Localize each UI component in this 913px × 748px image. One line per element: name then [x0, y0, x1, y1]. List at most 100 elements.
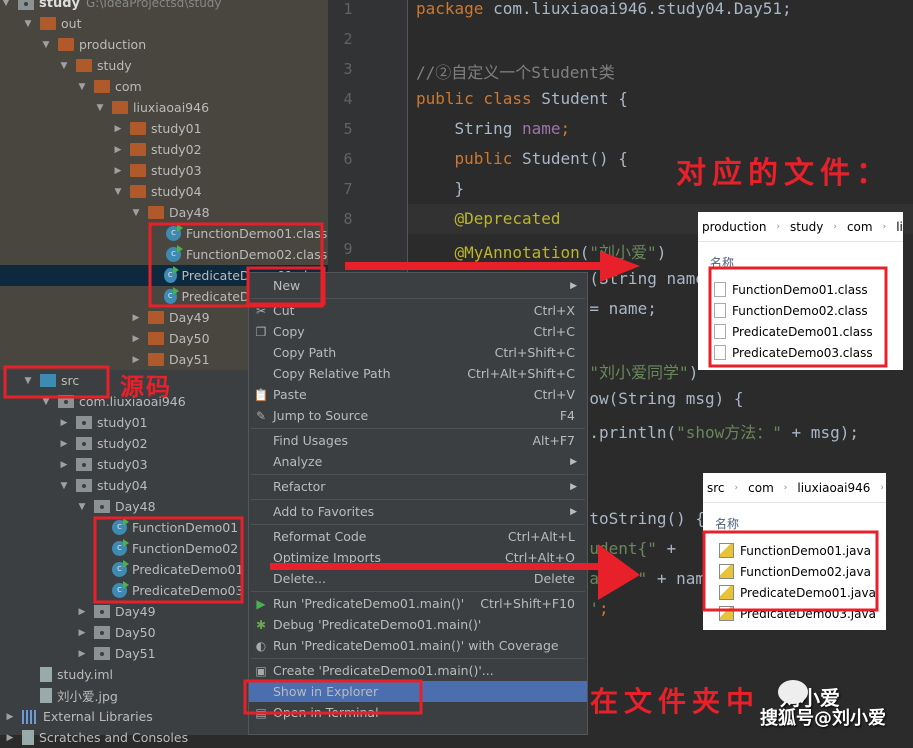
menu-item-shortcut: F4 [559, 408, 575, 423]
name-column-header[interactable]: 名称 [698, 254, 903, 271]
tree-item[interactable]: ▶ study02 [0, 139, 328, 160]
tree-item[interactable]: ▼ production [0, 34, 328, 55]
menu-item-refactor[interactable]: Refactor ▶ [249, 476, 587, 497]
chevron-down-icon[interactable]: ▼ [76, 502, 88, 512]
menu-item-label: New [273, 278, 301, 293]
breadcrumb-chevron-icon[interactable]: › [883, 222, 887, 232]
breadcrumb-chevron-icon[interactable]: › [735, 483, 739, 493]
chevron-right-icon[interactable]: ▶ [76, 649, 88, 659]
explorer-file[interactable]: FunctionDemo02.java [703, 561, 886, 582]
chevron-down-icon[interactable]: ▼ [94, 103, 106, 113]
code-line[interactable]: } [416, 179, 465, 198]
menu-item-debug-predicatedemo01-main[interactable]: ✱ Debug 'PredicateDemo01.main()' [249, 614, 587, 635]
menu-item-copy[interactable]: ❐ Copy Ctrl+C [249, 321, 587, 342]
project-root[interactable]: ▼ study G:\IdeaProjectsd\study [0, 0, 328, 12]
explorer-file[interactable]: PredicateDemo01.java [703, 582, 886, 603]
chevron-down-icon[interactable]: ▼ [58, 61, 70, 71]
menu-item-delete[interactable]: Delete... Delete [249, 568, 587, 589]
chevron-right-icon[interactable]: ▶ [76, 628, 88, 638]
chevron-right-icon[interactable]: ▶ [58, 418, 70, 428]
chevron-down-icon[interactable]: ▼ [112, 187, 124, 197]
breadcrumb-item[interactable]: com [847, 220, 873, 234]
code-line[interactable]: //②自定义一个Student类 [416, 59, 615, 83]
chevron-right-icon[interactable]: ▶ [130, 334, 142, 344]
chevron-right-icon[interactable]: ▶ [4, 733, 16, 743]
menu-item-copy-relative-path[interactable]: Copy Relative Path Ctrl+Alt+Shift+C [249, 363, 587, 384]
tree-item[interactable]: ▼ out [0, 13, 328, 34]
chevron-right-icon[interactable]: ▶ [112, 124, 124, 134]
menu-item-add-to-favorites[interactable]: Add to Favorites ▶ [249, 501, 587, 522]
menu-item-copy-path[interactable]: Copy Path Ctrl+Shift+C [249, 342, 587, 363]
menu-item-analyze[interactable]: Analyze ▶ [249, 451, 587, 472]
breadcrumb-item[interactable]: liuxiaoai946 [797, 481, 870, 495]
breadcrumb-item[interactable]: study [790, 220, 823, 234]
chevron-right-icon[interactable]: ▶ [4, 712, 16, 722]
tree-item-label: Day50 [115, 625, 156, 640]
explorer-file[interactable]: PredicateDemo01.class [698, 321, 903, 342]
breadcrumb-chevron-icon[interactable]: › [880, 483, 884, 493]
menu-item-open-in-terminal[interactable]: ▤ Open in Terminal [249, 702, 587, 723]
menu-item-paste[interactable]: 📋 Paste Ctrl+V [249, 384, 587, 405]
menu-item-cut[interactable]: ✂ Cut Ctrl+X [249, 300, 587, 321]
tree-item[interactable]: ▶ study01 [0, 118, 328, 139]
chevron-right-icon[interactable]: ▶ [76, 607, 88, 617]
chevron-down-icon[interactable]: ▼ [76, 82, 88, 92]
chevron-right-icon[interactable]: ▶ [112, 166, 124, 176]
chevron-right-icon[interactable]: ▶ [58, 439, 70, 449]
explorer-file[interactable]: FunctionDemo01.java [703, 540, 886, 561]
chevron-down-icon[interactable]: ▼ [0, 0, 12, 8]
breadcrumb-item[interactable]: li [896, 220, 903, 234]
tree-item[interactable]: c FunctionDemo01.class [0, 223, 328, 244]
menu-item-show-in-explorer[interactable]: Show in Explorer [249, 681, 587, 702]
explorer-file[interactable]: FunctionDemo02.class [698, 300, 903, 321]
code-line[interactable]: public class Student { [416, 89, 628, 108]
chevron-down-icon[interactable]: ▼ [58, 481, 70, 491]
chevron-right-icon[interactable]: ▶ [58, 460, 70, 470]
tree-item-label: study04 [97, 478, 148, 493]
code-line[interactable]: package com.liuxiaoai946.study04.Day51; [416, 0, 792, 18]
tree-item[interactable]: c FunctionDemo02.class [0, 244, 328, 265]
chevron-down-icon[interactable]: ▼ [22, 376, 34, 386]
chevron-right-icon[interactable]: ▶ [130, 313, 142, 323]
code-line[interactable]: @MyAnnotation("刘小爱") [416, 239, 667, 263]
chevron-right-icon[interactable]: ▶ [112, 145, 124, 155]
chevron-down-icon[interactable]: ▼ [130, 208, 142, 218]
code-line[interactable]: String name; [416, 119, 571, 138]
tree-item[interactable]: ▼ liuxiaoai946 [0, 97, 328, 118]
code-line[interactable]: public Student() { [416, 149, 628, 168]
tree-item-label: study03 [151, 163, 202, 178]
code-token: String [416, 119, 522, 138]
tree-item-label: study02 [151, 142, 202, 157]
breadcrumb-chevron-icon[interactable]: › [833, 222, 837, 232]
code-line[interactable]: @Deprecated [416, 209, 561, 228]
tree-item[interactable]: ▼ Day48 [0, 202, 328, 223]
breadcrumb-item[interactable]: production [702, 220, 766, 234]
explorer-file[interactable]: PredicateDemo03.class [698, 342, 903, 363]
tree-item-label: Day51 [115, 646, 156, 661]
breadcrumb-item[interactable]: com [748, 481, 774, 495]
chevron-down-icon[interactable]: ▼ [40, 40, 52, 50]
breadcrumb-chevron-icon[interactable]: › [776, 222, 780, 232]
tree-item[interactable]: ▼ study [0, 55, 328, 76]
breadcrumb-chevron-icon[interactable]: › [784, 483, 788, 493]
menu-item-jump-to-source[interactable]: ✎ Jump to Source F4 [249, 405, 587, 426]
tree-item[interactable]: ▼ study04 [0, 181, 328, 202]
submenu-arrow-icon: ▶ [570, 481, 577, 492]
breadcrumb-item[interactable]: src [707, 481, 725, 495]
menu-item-run-predicatedemo01-main-with-coverage[interactable]: ◐ Run 'PredicateDemo01.main()' with Cover… [249, 635, 587, 656]
module-icon [18, 0, 34, 10]
menu-item-create-predicatedemo01-main[interactable]: ▣ Create 'PredicateDemo01.main()'... [249, 660, 587, 681]
chevron-right-icon[interactable]: ▶ [130, 355, 142, 365]
chevron-down-icon[interactable]: ▼ [40, 397, 52, 407]
explorer-file[interactable]: FunctionDemo01.class [698, 279, 903, 300]
explorer-file[interactable]: PredicateDemo03.java [703, 603, 886, 624]
menu-item-find-usages[interactable]: Find Usages Alt+F7 [249, 430, 587, 451]
menu-item-reformat-code[interactable]: Reformat Code Ctrl+Alt+L [249, 526, 587, 547]
chevron-down-icon[interactable]: ▼ [22, 19, 34, 29]
menu-item-run-predicatedemo01-main[interactable]: ▶ Run 'PredicateDemo01.main()' Ctrl+Shift+… [249, 593, 587, 614]
tree-item[interactable]: ▶ study03 [0, 160, 328, 181]
name-column-header[interactable]: 名称 [703, 515, 886, 532]
tree-item[interactable]: ▼ com [0, 76, 328, 97]
menu-item-new[interactable]: New ▶ [249, 275, 587, 296]
menu-item-optimize-imports[interactable]: Optimize Imports Ctrl+Alt+O [249, 547, 587, 568]
